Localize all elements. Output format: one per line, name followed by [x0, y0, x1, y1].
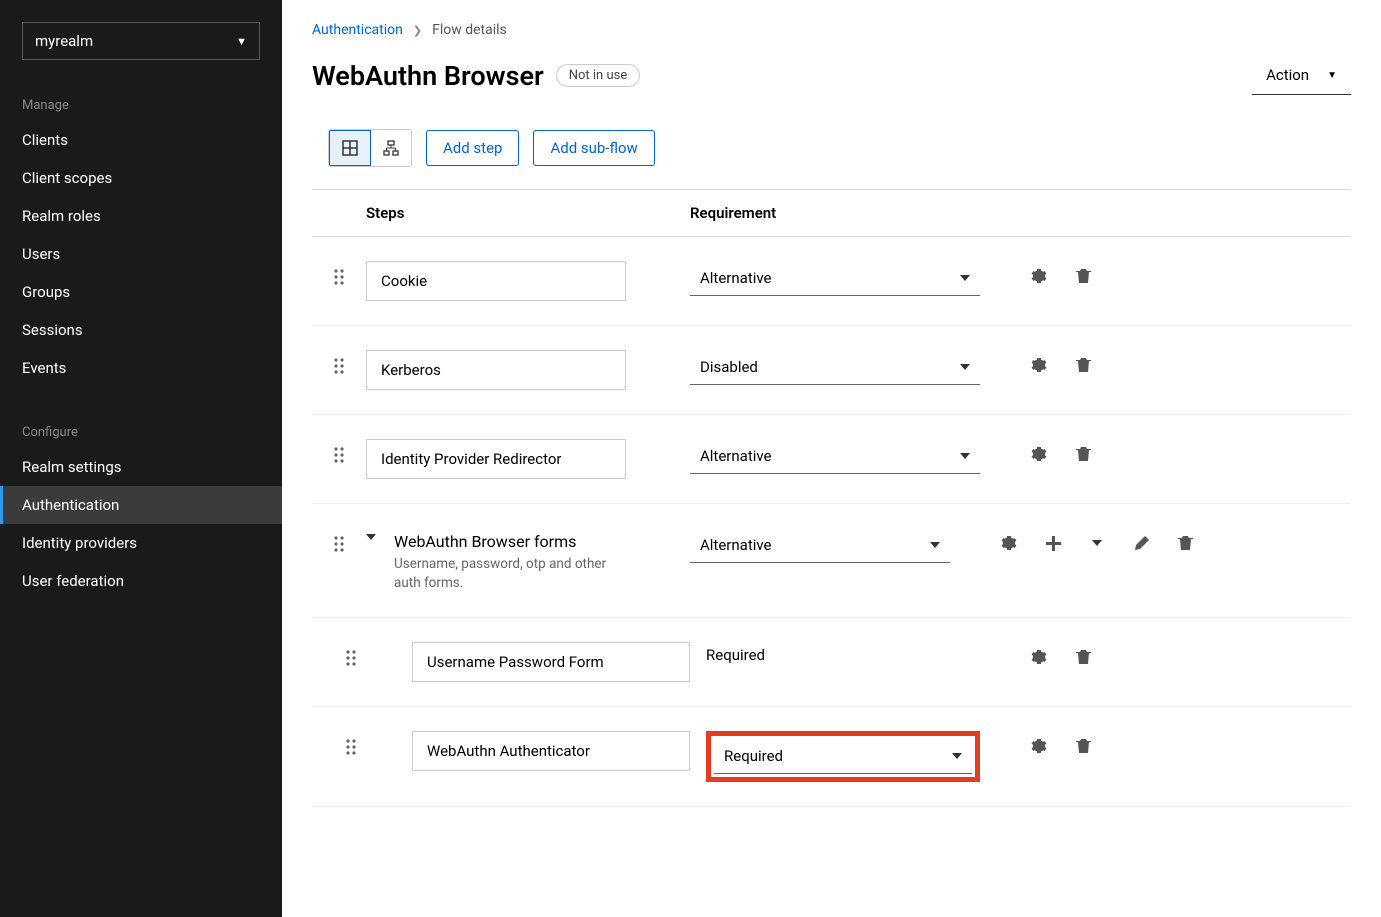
realm-selector[interactable]: myrealm ▼ — [22, 22, 260, 60]
requirement-select[interactable]: Alternative — [690, 439, 980, 474]
caret-down-icon — [960, 453, 970, 459]
status-badge: Not in use — [556, 64, 641, 87]
gear-icon[interactable] — [1030, 267, 1048, 285]
drag-handle[interactable] — [312, 731, 390, 755]
chevron-right-icon: ❯ — [413, 24, 422, 37]
sidebar-item-groups[interactable]: Groups — [0, 273, 282, 311]
drag-handle[interactable] — [312, 642, 390, 666]
sidebar-item-identity-providers[interactable]: Identity providers — [0, 524, 282, 562]
plus-icon[interactable] — [1044, 534, 1062, 552]
toolbar: Add step Add sub-flow — [312, 129, 1351, 167]
flow-row: WebAuthn Authenticator Required — [312, 707, 1351, 807]
caret-down-icon: ▼ — [236, 35, 247, 48]
flow-row: Identity Provider Redirector Alternative — [312, 415, 1351, 504]
view-toggle — [328, 129, 412, 167]
view-table-button[interactable] — [329, 130, 371, 166]
requirement-value: Alternative — [700, 269, 772, 287]
subflow-description: Username, password, otp and other auth f… — [394, 555, 634, 593]
breadcrumb-link-authentication[interactable]: Authentication — [312, 22, 403, 38]
caret-down-icon[interactable] — [1088, 534, 1106, 552]
drag-handle[interactable] — [312, 350, 366, 374]
step-name-box: Username Password Form — [412, 642, 690, 682]
requirement-select[interactable]: Disabled — [690, 350, 980, 385]
gear-icon[interactable] — [1030, 445, 1048, 463]
sidebar-item-realm-settings[interactable]: Realm settings — [0, 448, 282, 486]
flow-row: Cookie Alternative — [312, 237, 1351, 326]
sidebar-item-events[interactable]: Events — [0, 349, 282, 387]
flow-row: Username Password Form Required — [312, 618, 1351, 707]
sidebar-item-client-scopes[interactable]: Client scopes — [0, 159, 282, 197]
breadcrumb-current: Flow details — [432, 22, 507, 38]
page-title: WebAuthn Browser — [312, 60, 544, 92]
requirement-select[interactable]: Required — [714, 739, 972, 774]
sidebar-section-manage: Manage — [0, 90, 282, 121]
action-dropdown[interactable]: Action ▼ — [1252, 56, 1351, 95]
sidebar-item-clients[interactable]: Clients — [0, 121, 282, 159]
requirement-value: Required — [706, 642, 980, 664]
flow-row: WebAuthn Browser forms Username, password… — [312, 504, 1351, 618]
gear-icon[interactable] — [1030, 356, 1048, 374]
sidebar-item-users[interactable]: Users — [0, 235, 282, 273]
highlight-box: Required — [706, 731, 980, 782]
requirement-value: Disabled — [700, 358, 758, 376]
sidebar-item-sessions[interactable]: Sessions — [0, 311, 282, 349]
trash-icon[interactable] — [1074, 445, 1092, 463]
pencil-icon[interactable] — [1132, 534, 1150, 552]
sidebar-item-user-federation[interactable]: User federation — [0, 562, 282, 600]
action-label: Action — [1266, 66, 1309, 84]
main-content: Authentication ❯ Flow details WebAuthn B… — [282, 0, 1381, 917]
title-row: WebAuthn Browser Not in use Action ▼ — [312, 56, 1351, 95]
flow-row: Kerberos Disabled — [312, 326, 1351, 415]
trash-icon[interactable] — [1074, 267, 1092, 285]
gear-icon[interactable] — [1030, 737, 1048, 755]
trash-icon[interactable] — [1074, 648, 1092, 666]
column-requirement: Requirement — [690, 204, 776, 222]
table-icon — [342, 140, 358, 156]
caret-down-icon — [960, 275, 970, 281]
gear-icon[interactable] — [1000, 534, 1018, 552]
sidebar-item-authentication[interactable]: Authentication — [0, 486, 282, 524]
step-name-box: Kerberos — [366, 350, 626, 390]
add-step-button[interactable]: Add step — [426, 130, 519, 166]
drag-handle[interactable] — [312, 439, 366, 463]
step-name-box: WebAuthn Authenticator — [412, 731, 690, 771]
trash-icon[interactable] — [1176, 534, 1194, 552]
column-steps: Steps — [312, 204, 690, 222]
step-name-box: Cookie — [366, 261, 626, 301]
step-name-box: Identity Provider Redirector — [366, 439, 626, 479]
requirement-select[interactable]: Alternative — [690, 261, 980, 296]
sidebar-item-realm-roles[interactable]: Realm roles — [0, 197, 282, 235]
caret-down-icon — [952, 753, 962, 759]
expand-toggle[interactable] — [366, 528, 394, 540]
diagram-icon — [383, 140, 399, 156]
drag-handle[interactable] — [312, 261, 366, 285]
drag-handle[interactable] — [312, 528, 366, 552]
sidebar: myrealm ▼ Manage ClientsClient scopesRea… — [0, 0, 282, 917]
caret-down-icon: ▼ — [1327, 70, 1337, 81]
gear-icon[interactable] — [1030, 648, 1048, 666]
realm-name: myrealm — [35, 32, 93, 50]
requirement-value: Alternative — [700, 447, 772, 465]
requirement-select[interactable]: Alternative — [690, 528, 950, 563]
sidebar-section-configure: Configure — [0, 417, 282, 448]
caret-down-icon — [930, 542, 940, 548]
breadcrumb: Authentication ❯ Flow details — [312, 22, 1351, 38]
trash-icon[interactable] — [1074, 356, 1092, 374]
add-subflow-button[interactable]: Add sub-flow — [533, 130, 654, 166]
requirement-value: Required — [724, 747, 783, 765]
requirement-value: Alternative — [700, 536, 772, 554]
subflow-name: WebAuthn Browser forms — [394, 532, 690, 551]
caret-down-icon — [960, 364, 970, 370]
view-diagram-button[interactable] — [371, 130, 411, 166]
table-header: Steps Requirement — [312, 189, 1351, 237]
trash-icon[interactable] — [1074, 737, 1092, 755]
